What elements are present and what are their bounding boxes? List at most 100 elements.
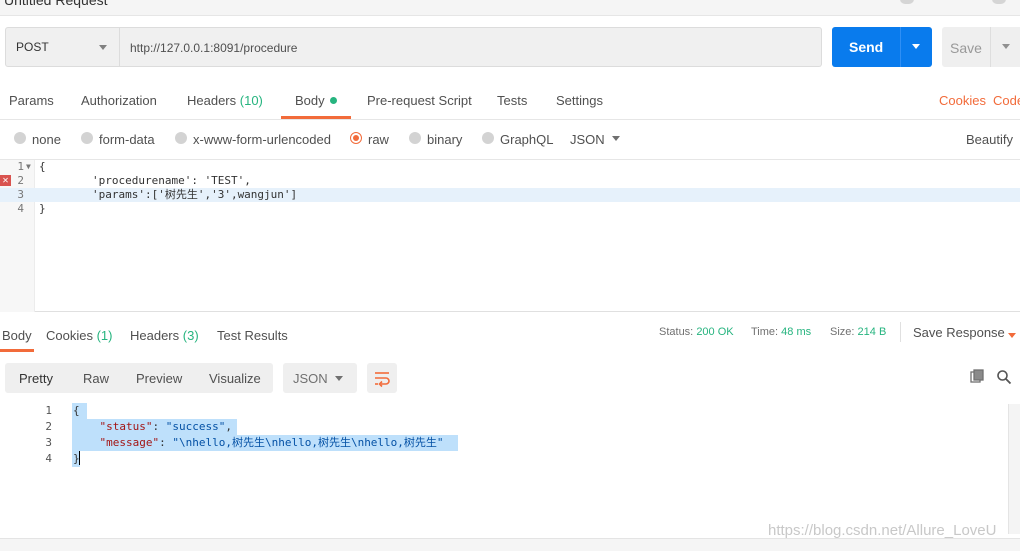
url-input[interactable]: http://127.0.0.1:8091/procedure	[120, 27, 822, 67]
tab-headers[interactable]: Headers (10)	[187, 93, 263, 108]
response-tab-cookies[interactable]: Cookies (1)	[46, 328, 112, 343]
response-tab-body[interactable]: Body	[2, 328, 32, 343]
response-format-select[interactable]: JSON	[283, 363, 357, 393]
view-raw-button[interactable]: Raw	[83, 371, 109, 386]
line-number: 1	[17, 160, 24, 173]
tab-body[interactable]: Body	[295, 93, 337, 108]
radio-graphql[interactable]	[482, 132, 494, 144]
send-button[interactable]: Send	[832, 27, 932, 67]
headers-count: (10)	[239, 93, 263, 108]
response-tabs: Body Cookies (1) Headers (3) Test Result…	[0, 316, 1020, 352]
wrap-lines-button[interactable]	[367, 363, 397, 393]
json-key: "status"	[99, 420, 153, 433]
chevron-down-icon	[99, 45, 107, 50]
radio-urlencoded-label: x-www-form-urlencoded	[193, 132, 331, 147]
radio-form-data[interactable]	[81, 132, 93, 144]
tab-settings[interactable]: Settings	[556, 93, 603, 108]
line-number: 4	[17, 202, 24, 215]
code-text: {	[39, 160, 46, 173]
line-number: 3	[17, 188, 24, 201]
code-text: "status": "success",	[99, 420, 232, 433]
json-value: "success"	[165, 420, 226, 433]
response-tab-headers[interactable]: Headers (3)	[130, 328, 199, 343]
code-text: {	[73, 404, 80, 417]
response-headers-count: (3)	[182, 328, 199, 343]
line-number: 2	[17, 174, 24, 187]
view-visualize-button[interactable]: Visualize	[209, 371, 261, 386]
editor-line-active: 3 'params':['树先生','3',wangjun']	[0, 188, 1020, 202]
search-icon[interactable]	[996, 369, 1012, 385]
line-number: 2	[45, 420, 52, 433]
watermark: https://blog.csdn.net/Allure_LoveU	[768, 522, 997, 539]
active-tab-underline	[281, 116, 351, 119]
code-text: 'params':['树先生','3',wangjun']	[39, 188, 298, 201]
status-divider	[900, 322, 901, 342]
body-type-options: none form-data x-www-form-urlencoded raw…	[0, 120, 1020, 160]
tab-prerequest-script[interactable]: Pre-request Script	[367, 93, 472, 108]
radio-none[interactable]	[14, 132, 26, 144]
fold-arrow-icon[interactable]: ▼	[26, 160, 31, 174]
send-options-chevron-icon[interactable]	[912, 44, 920, 49]
save-response-chevron-icon[interactable]	[1008, 333, 1016, 338]
save-response-button[interactable]: Save Response	[913, 325, 1005, 340]
url-value: http://127.0.0.1:8091/procedure	[130, 41, 298, 55]
json-value: "\nhello,树先生\nhello,树先生\nhello,树先生"	[172, 436, 444, 449]
response-tab-test-results[interactable]: Test Results	[217, 328, 288, 343]
status-indicator: Status: 200 OK	[659, 326, 734, 338]
request-bar: POST http://127.0.0.1:8091/procedure Sen…	[0, 16, 1020, 78]
window-title: Untitled Request	[4, 0, 108, 8]
request-tabs: Params Authorization Headers (10) Body P…	[0, 78, 1020, 120]
response-line: 2 "status": "success",	[0, 419, 1020, 435]
radio-raw[interactable]	[350, 132, 362, 144]
text-cursor	[79, 451, 80, 465]
response-scrollbar[interactable]	[1008, 404, 1020, 534]
time-value: 48 ms	[781, 326, 812, 338]
tab-tests[interactable]: Tests	[497, 93, 527, 108]
method-label: POST	[16, 40, 49, 54]
status-value: 200 OK	[696, 326, 734, 338]
sync-icon	[900, 0, 914, 4]
tab-authorization[interactable]: Authorization	[81, 93, 157, 108]
code-text: "message": "\nhello,树先生\nhello,树先生\nhell…	[99, 436, 444, 449]
save-options-chevron-icon[interactable]	[1002, 44, 1010, 49]
editor-line: 4 }	[0, 202, 1020, 216]
line-number: 1	[45, 404, 52, 417]
time-indicator: Time: 48 ms	[751, 326, 811, 338]
response-tab-headers-label: Headers	[130, 328, 180, 343]
window-menu-icon	[992, 0, 1006, 4]
method-select[interactable]: POST	[5, 27, 120, 67]
radio-binary-label: binary	[427, 132, 463, 147]
send-divider	[900, 27, 901, 67]
radio-graphql-label: GraphQL	[500, 132, 554, 147]
view-preview-button[interactable]: Preview	[136, 371, 182, 386]
response-view-bar: Pretty Raw Preview Visualize JSON	[0, 352, 1020, 400]
response-line: 1 {	[0, 403, 1020, 419]
body-format-select[interactable]: JSON	[570, 132, 605, 147]
tab-params[interactable]: Params	[9, 93, 54, 108]
save-button[interactable]: Save	[942, 27, 1020, 67]
response-line: 4 }	[0, 451, 1020, 467]
size-label: Size:	[830, 326, 855, 338]
response-body-viewer[interactable]: 1 { 2 "status": "success", 3 "message": …	[0, 400, 1020, 538]
save-divider	[990, 27, 991, 67]
time-label: Time:	[751, 326, 779, 338]
cookies-link[interactable]: Cookies	[939, 93, 986, 108]
send-label: Send	[849, 39, 884, 55]
editor-line: 1 ▼ {	[0, 160, 1020, 174]
chevron-down-icon[interactable]	[612, 136, 620, 141]
radio-binary[interactable]	[409, 132, 421, 144]
beautify-link[interactable]: Beautify	[966, 132, 1013, 147]
code-text: 'procedurename': 'TEST',	[39, 174, 251, 187]
response-tab-cookies-label: Cookies	[46, 328, 93, 343]
view-pretty-button[interactable]: Pretty	[19, 371, 53, 386]
code-link[interactable]: Code	[993, 93, 1020, 108]
status-bar	[0, 538, 1020, 551]
request-body-editor[interactable]: 1 ▼ { ✕ 2 'procedurename': 'TEST', 3 'pa…	[0, 160, 1020, 312]
code-text: }	[39, 202, 46, 215]
copy-icon[interactable]	[970, 369, 984, 383]
tab-headers-label: Headers	[187, 93, 237, 108]
tab-body-label: Body	[295, 93, 325, 108]
radio-form-data-label: form-data	[99, 132, 155, 147]
radio-raw-label: raw	[368, 132, 389, 147]
radio-urlencoded[interactable]	[175, 132, 187, 144]
